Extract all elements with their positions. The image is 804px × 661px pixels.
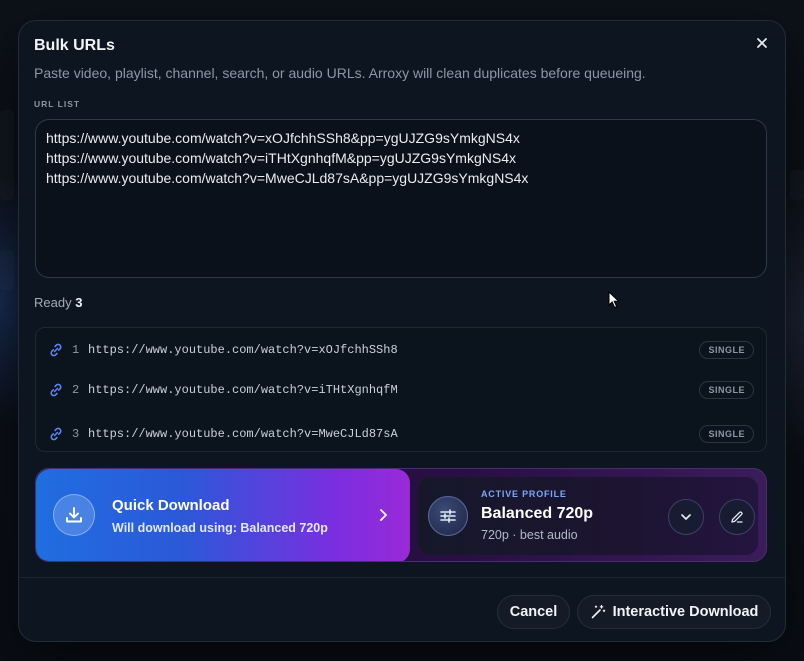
type-badge: SINGLE [699, 341, 754, 359]
interactive-download-label: Interactive Download [612, 604, 759, 620]
profile-dropdown-button[interactable] [668, 499, 704, 535]
profile-description: 720p · best audio [481, 528, 578, 542]
mouse-cursor-icon [608, 291, 620, 309]
chevron-down-icon [681, 514, 691, 520]
footer-divider [19, 577, 785, 578]
edit-profile-button[interactable] [719, 499, 755, 535]
quick-download-subtitle: Will download using: Balanced 720p [112, 521, 328, 535]
type-badge: SINGLE [699, 381, 754, 399]
profile-icon-circle [428, 496, 468, 536]
active-profile-tag: ACTIVE PROFILE [481, 489, 567, 499]
list-item: 3 https://www.youtube.com/watch?v=MweCJL… [36, 412, 766, 456]
close-button[interactable] [753, 34, 771, 52]
link-icon [50, 383, 62, 397]
cancel-button[interactable]: Cancel [497, 595, 570, 629]
list-item: 1 https://www.youtube.com/watch?v=xOJfch… [36, 328, 766, 372]
quick-download-button[interactable]: Quick Download Will download using: Bala… [36, 469, 410, 561]
dialog-subtitle: Paste video, playlist, channel, search, … [34, 65, 646, 81]
close-icon [757, 38, 767, 48]
ready-label: Ready [34, 295, 72, 310]
list-item-index: 1 [72, 343, 80, 357]
bulk-urls-dialog: Bulk URLs Paste video, playlist, channel… [18, 20, 786, 642]
quick-download-title: Quick Download [112, 497, 230, 514]
url-textarea[interactable]: https://www.youtube.com/watch?v=xOJfchhS… [35, 119, 767, 278]
list-item-index: 2 [72, 383, 80, 397]
ready-status: Ready 3 [34, 295, 82, 310]
background-strip [0, 110, 14, 200]
ready-count: 3 [75, 295, 83, 310]
sliders-icon [440, 509, 456, 523]
chevron-right-icon [380, 509, 387, 521]
list-item-index: 3 [72, 427, 80, 441]
dialog-title: Bulk URLs [34, 37, 115, 54]
interactive-download-button[interactable]: Interactive Download [577, 595, 771, 629]
background-strip [0, 250, 14, 290]
url-list-label: URL LIST [34, 99, 81, 109]
type-badge: SINGLE [699, 425, 754, 443]
pencil-icon [731, 511, 743, 523]
profile-name: Balanced 720p [481, 505, 594, 522]
list-item: 2 https://www.youtube.com/watch?v=iTHtXg… [36, 368, 766, 412]
list-item-url: https://www.youtube.com/watch?v=xOJfchhS… [88, 343, 398, 357]
link-icon [50, 427, 62, 441]
list-item-url: https://www.youtube.com/watch?v=MweCJLd8… [88, 427, 398, 441]
download-icon [66, 507, 82, 523]
download-icon-circle [53, 494, 95, 536]
download-panel: Quick Download Will download using: Bala… [35, 468, 767, 562]
magic-wand-icon [591, 604, 605, 619]
background-strip [790, 170, 804, 200]
active-profile-card: ACTIVE PROFILE Balanced 720p 720p · best… [418, 477, 758, 555]
link-icon [50, 343, 62, 357]
parsed-url-list: 1 https://www.youtube.com/watch?v=xOJfch… [35, 327, 767, 452]
list-item-url: https://www.youtube.com/watch?v=iTHtXgnh… [88, 383, 398, 397]
